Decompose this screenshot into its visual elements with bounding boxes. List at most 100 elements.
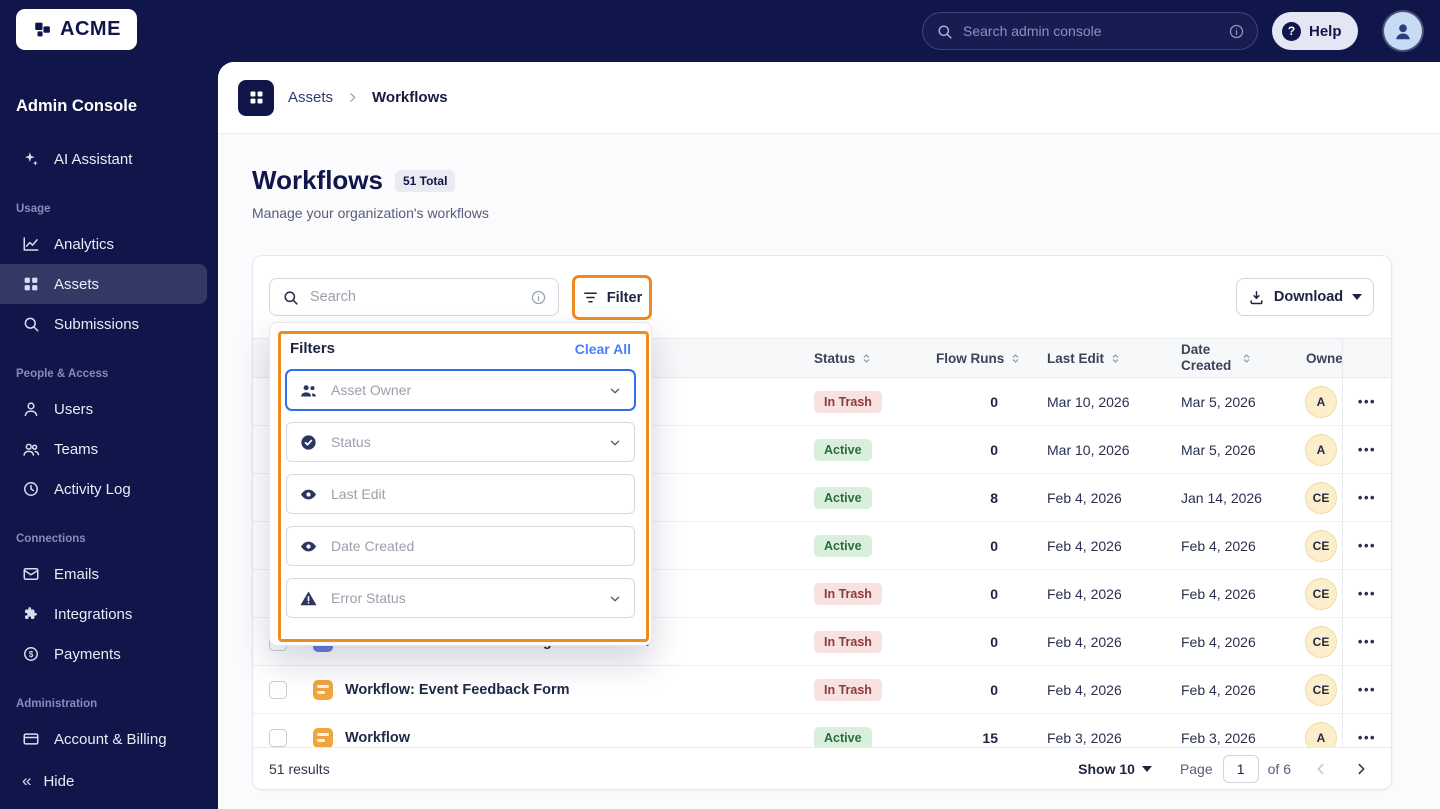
row-checkbox[interactable] — [269, 728, 287, 747]
sidebar-item-label: Account & Billing — [54, 730, 167, 748]
sidebar: Admin Console AI Assistant Usage Analyti… — [0, 62, 218, 809]
user-icon — [22, 400, 40, 418]
sidebar-item-emails[interactable]: Emails — [0, 554, 207, 594]
ellipsis-icon: ••• — [1357, 490, 1377, 505]
show-per-page-dropdown[interactable]: Show 10 — [1078, 761, 1152, 777]
ellipsis-icon: ••• — [1357, 442, 1377, 457]
sidebar-item-teams[interactable]: Teams — [0, 429, 207, 469]
next-page-button[interactable] — [1347, 755, 1375, 783]
filter-placeholder: Error Status — [331, 590, 406, 606]
filters-title: Filters — [290, 340, 336, 357]
caret-down-icon — [1141, 765, 1152, 772]
last-edit-value: Feb 4, 2026 — [1047, 489, 1122, 506]
flow-runs-value: 15 — [982, 729, 998, 746]
filter-placeholder: Last Edit — [331, 486, 386, 502]
info-icon[interactable] — [1228, 23, 1245, 40]
row-actions-button[interactable]: ••• — [1342, 378, 1391, 425]
clear-all-link[interactable]: Clear All — [575, 341, 631, 357]
sort-icon[interactable] — [1009, 352, 1022, 365]
sidebar-item-account-billing[interactable]: Account & Billing — [0, 719, 207, 759]
help-button[interactable]: ? Help — [1272, 12, 1358, 50]
help-label: Help — [1309, 22, 1342, 40]
user-avatar[interactable] — [1384, 12, 1422, 50]
acme-logo-icon — [32, 19, 54, 41]
filter-field-error-status[interactable]: Error Status — [286, 578, 635, 618]
column-actions — [1342, 339, 1391, 377]
ellipsis-icon: ••• — [1357, 634, 1377, 649]
sidebar-item-integrations[interactable]: Integrations — [0, 594, 207, 634]
owner-avatar: A — [1305, 433, 1337, 466]
workflow-name[interactable]: Workflow: Event Feedback Form — [345, 682, 806, 698]
last-edit-value: Feb 4, 2026 — [1047, 585, 1122, 602]
column-date-created[interactable]: Date Created — [1181, 339, 1253, 377]
sort-icon[interactable] — [1109, 352, 1122, 365]
page-subtitle: Manage your organization's workflows — [252, 205, 489, 221]
sidebar-item-assets[interactable]: Assets — [0, 264, 207, 304]
sidebar-section-people-access: People & Access — [16, 368, 109, 380]
date-created-value: Jan 14, 2026 — [1181, 489, 1262, 506]
table-search-input[interactable] — [310, 279, 520, 315]
download-button[interactable]: Download — [1236, 278, 1374, 316]
owner-avatar: CE — [1305, 577, 1337, 610]
page-number-input[interactable] — [1222, 754, 1259, 783]
ellipsis-icon: ••• — [1357, 586, 1377, 601]
column-last-edit[interactable]: Last Edit — [1047, 339, 1122, 377]
row-actions-button[interactable]: ••• — [1342, 474, 1391, 521]
row-actions-button[interactable]: ••• — [1342, 522, 1391, 569]
sidebar-item-activity-log[interactable]: Activity Log — [0, 469, 207, 509]
owner-avatar: CE — [1305, 673, 1337, 706]
owner-avatar: A — [1305, 721, 1337, 747]
people-group-icon — [22, 440, 40, 458]
sidebar-section-usage: Usage — [16, 203, 51, 215]
workflow-name[interactable]: Workflow — [345, 730, 806, 746]
row-actions-button[interactable]: ••• — [1342, 570, 1391, 617]
sidebar-hide-button[interactable]: « Hide — [0, 759, 207, 803]
last-edit-value: Feb 3, 2026 — [1047, 729, 1122, 746]
row-actions-button[interactable]: ••• — [1342, 666, 1391, 713]
chevron-right-icon — [1353, 761, 1369, 777]
filter-field-date-created[interactable]: Date Created — [286, 526, 635, 566]
sort-icon[interactable] — [860, 352, 873, 365]
table-row[interactable]: Workflow: Event Feedback Form In Trash 0… — [253, 666, 1391, 714]
last-edit-value: Feb 4, 2026 — [1047, 537, 1122, 554]
logo-text: ACME — [60, 18, 121, 40]
sidebar-title: Admin Console — [16, 97, 138, 115]
sidebar-item-label: Teams — [54, 440, 99, 458]
row-actions-button[interactable]: ••• — [1342, 714, 1391, 747]
filter-button[interactable]: Filter — [574, 277, 650, 318]
row-actions-button[interactable]: ••• — [1342, 426, 1391, 473]
sort-icon[interactable] — [1240, 352, 1253, 365]
column-owner[interactable]: Owner — [1306, 339, 1342, 377]
sidebar-item-payments[interactable]: $ Payments — [0, 634, 207, 674]
last-edit-value: Feb 4, 2026 — [1047, 633, 1122, 650]
column-flow-runs[interactable]: Flow Runs — [936, 339, 1022, 377]
previous-page-button[interactable] — [1307, 755, 1335, 783]
filter-field-asset-owner[interactable]: Asset Owner — [286, 370, 635, 410]
status-badge: Active — [814, 726, 872, 747]
info-icon[interactable] — [530, 289, 547, 306]
workflow-icon — [313, 727, 333, 747]
sidebar-item-label: Emails — [54, 565, 100, 583]
flow-runs-value: 0 — [990, 441, 998, 458]
filter-field-last-edit[interactable]: Last Edit — [286, 474, 635, 514]
filter-placeholder: Asset Owner — [331, 382, 412, 398]
sidebar-item-submissions[interactable]: Submissions — [0, 304, 207, 344]
column-status[interactable]: Status — [814, 339, 873, 377]
sidebar-item-users[interactable]: Users — [0, 389, 207, 429]
breadcrumb-assets-link[interactable]: Assets — [288, 89, 333, 106]
flow-runs-value: 0 — [990, 537, 998, 554]
admin-search-input[interactable] — [963, 13, 1213, 49]
date-created-value: Feb 4, 2026 — [1181, 681, 1256, 698]
breadcrumb-current: Workflows — [372, 89, 448, 106]
sidebar-item-analytics[interactable]: Analytics — [0, 224, 207, 264]
ellipsis-icon: ••• — [1357, 538, 1377, 553]
row-checkbox[interactable] — [269, 680, 287, 699]
acme-logo[interactable]: ACME — [16, 9, 137, 50]
last-edit-value: Mar 10, 2026 — [1047, 393, 1130, 410]
filter-field-status[interactable]: Status — [286, 422, 635, 462]
filter-placeholder: Date Created — [331, 538, 415, 554]
row-actions-button[interactable]: ••• — [1342, 618, 1391, 665]
sidebar-item-ai-assistant[interactable]: AI Assistant — [0, 139, 207, 179]
table-row[interactable]: Workflow Active 15 Feb 3, 2026 Feb 3, 20… — [253, 714, 1391, 747]
status-badge: Active — [814, 486, 872, 509]
